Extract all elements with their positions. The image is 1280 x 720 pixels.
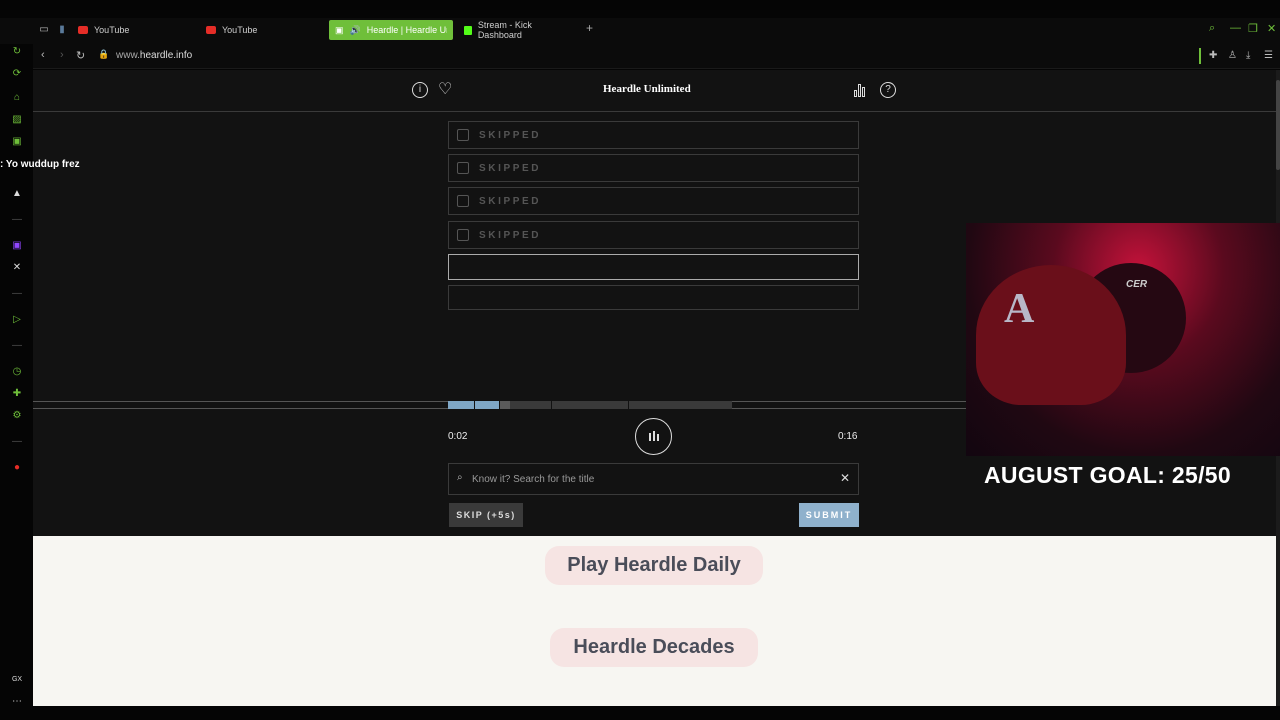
url-field[interactable]: www.heardle.info bbox=[116, 50, 192, 61]
speaker-icon[interactable]: 🔊 bbox=[350, 25, 361, 36]
hot-tabs-icon[interactable]: ▨ bbox=[11, 114, 23, 126]
page-header: i ♡ Heardle Unlimited ? bbox=[33, 70, 1276, 112]
sidebar-divider: — bbox=[12, 288, 22, 299]
kick-icon bbox=[464, 25, 472, 35]
webcam-hat bbox=[976, 265, 1126, 405]
profile-icon[interactable]: ♙ bbox=[1228, 50, 1237, 61]
screen: ◯ ↻ ⟳ ⌂ ▨ ▣ ▲ — ▣ ✕ — ▷ — ◷ ✚ ⚙ — ● GX ⋯… bbox=[0, 0, 1280, 720]
twitch-icon[interactable]: ▣ bbox=[11, 240, 23, 252]
guess-row: SKIPPED bbox=[448, 121, 859, 149]
decades-link[interactable]: Heardle Decades bbox=[550, 628, 758, 667]
guess-row: SKIPPED bbox=[448, 154, 859, 182]
pause-button[interactable] bbox=[635, 418, 672, 455]
youtube-icon bbox=[78, 26, 88, 34]
pinned-tab-icon[interactable]: ▮ bbox=[56, 24, 68, 36]
clear-icon[interactable]: ✕ bbox=[840, 471, 850, 485]
new-tab-button[interactable]: + bbox=[586, 21, 598, 37]
sidebar-divider: — bbox=[12, 340, 22, 351]
tab-kick-dashboard[interactable]: Stream - Kick Dashboard bbox=[458, 20, 582, 40]
gx-control-icon[interactable]: ⟳ bbox=[11, 68, 23, 80]
stream-goal: AUGUST GOAL: 25/50 bbox=[984, 462, 1231, 488]
gx-logo-icon: GX bbox=[11, 676, 23, 683]
segment-divider bbox=[474, 401, 475, 409]
play-daily-link[interactable]: Play Heardle Daily bbox=[545, 546, 763, 585]
chat-message: : Yo wuddup frez bbox=[0, 159, 80, 170]
segment-divider bbox=[499, 401, 500, 409]
settings-icon[interactable]: ⚙ bbox=[11, 410, 23, 422]
tab-heardle[interactable]: ▣ 🔊 Heardle | Heardle Un bbox=[329, 20, 453, 40]
player-icon[interactable]: ▷ bbox=[11, 314, 23, 326]
extensions-toolbar-icon[interactable]: ✚ bbox=[1209, 50, 1217, 61]
guess-row: SKIPPED bbox=[448, 221, 859, 249]
more-icon[interactable]: ⋯ bbox=[11, 696, 23, 708]
messenger-icon[interactable]: ▣ bbox=[11, 136, 23, 148]
skipped-checkbox-icon bbox=[457, 129, 469, 141]
minimize-icon[interactable]: — bbox=[1230, 22, 1241, 34]
tab-label: Stream - Kick Dashboard bbox=[477, 20, 532, 40]
maximize-icon[interactable]: ❐ bbox=[1248, 22, 1258, 35]
close-window-icon[interactable]: ✕ bbox=[1267, 22, 1276, 35]
extensions-icon[interactable]: ✚ bbox=[11, 388, 23, 400]
kick-sidebar-icon[interactable]: ▲ bbox=[11, 188, 23, 200]
guess-row-empty bbox=[448, 285, 859, 310]
refresh-icon[interactable]: ↻ bbox=[11, 46, 23, 58]
reload-icon[interactable]: ↻ bbox=[76, 49, 85, 62]
browser-sidebar: ◯ ↻ ⟳ ⌂ ▨ ▣ ▲ — ▣ ✕ — ▷ — ◷ ✚ ⚙ — ● GX ⋯ bbox=[0, 18, 33, 720]
page-title: Heardle Unlimited bbox=[603, 83, 691, 95]
current-time: 0:02 bbox=[448, 431, 468, 442]
menu-icon[interactable]: ☰ bbox=[1264, 50, 1273, 61]
webcam-overlay: A CER bbox=[966, 223, 1280, 456]
hat-text: CER bbox=[1126, 279, 1148, 290]
tab-label: YouTube bbox=[94, 25, 130, 35]
history-icon[interactable]: ◷ bbox=[11, 366, 23, 378]
search-input[interactable] bbox=[472, 471, 832, 487]
info-icon[interactable]: i bbox=[412, 82, 428, 98]
song-search-box: ⌕ ✕ bbox=[448, 463, 859, 495]
tab-bar: ▭ ▮ YouTube YouTube ▣ 🔊 Heardle | Heardl… bbox=[0, 18, 1280, 44]
angels-logo-icon: A bbox=[1004, 286, 1035, 332]
tab-label: Heardle | Heardle Un bbox=[366, 25, 447, 35]
address-bar: ‹ › ↻ 🔒 www.heardle.info ✚ ♙ ⤓ ☰ bbox=[33, 44, 1280, 69]
youtube-icon bbox=[206, 26, 216, 34]
skip-button[interactable]: SKIP (+5s) bbox=[449, 503, 523, 527]
total-time: 0:16 bbox=[838, 431, 858, 442]
search-tabs-icon[interactable]: ⌕ bbox=[1209, 22, 1215, 35]
guess-row: SKIPPED bbox=[448, 187, 859, 215]
heart-icon[interactable]: ♡ bbox=[438, 79, 452, 99]
segment-divider bbox=[628, 401, 629, 409]
skipped-checkbox-icon bbox=[457, 229, 469, 241]
gx-corner-icon[interactable]: ⌂ bbox=[11, 92, 23, 104]
forward-icon[interactable]: › bbox=[60, 49, 64, 61]
sidebar-divider: — bbox=[12, 436, 22, 447]
ublock-icon[interactable]: ● bbox=[11, 462, 23, 474]
heardle-icon: ▣ bbox=[335, 24, 344, 35]
submit-button[interactable]: SUBMIT bbox=[799, 503, 859, 527]
tab-youtube-2[interactable]: YouTube bbox=[200, 20, 320, 40]
tab-label: YouTube bbox=[222, 25, 258, 35]
guess-label: SKIPPED bbox=[479, 196, 542, 207]
guess-label: SKIPPED bbox=[479, 230, 542, 241]
x-twitter-icon[interactable]: ✕ bbox=[11, 262, 23, 274]
guess-label: SKIPPED bbox=[479, 163, 542, 174]
stats-icon[interactable] bbox=[854, 84, 868, 97]
tab-list-icon[interactable]: ▭ bbox=[38, 24, 50, 36]
tab-youtube-1[interactable]: YouTube bbox=[72, 20, 192, 40]
address-divider bbox=[1199, 48, 1201, 64]
segment-divider bbox=[551, 401, 552, 409]
skipped-checkbox-icon bbox=[457, 162, 469, 174]
guess-row-current bbox=[448, 254, 859, 280]
search-icon: ⌕ bbox=[457, 472, 463, 483]
help-icon[interactable]: ? bbox=[880, 82, 896, 98]
back-icon[interactable]: ‹ bbox=[41, 49, 45, 61]
download-icon[interactable]: ⤓ bbox=[1246, 50, 1250, 61]
sidebar-divider: — bbox=[12, 214, 22, 225]
lock-icon[interactable]: 🔒 bbox=[98, 49, 109, 60]
timeline-unplayed bbox=[510, 401, 732, 409]
more-games-section: Play Heardle Daily Heardle Decades bbox=[33, 536, 1276, 706]
skipped-checkbox-icon bbox=[457, 195, 469, 207]
scrollbar-thumb[interactable] bbox=[1276, 80, 1280, 170]
guess-label: SKIPPED bbox=[479, 130, 542, 141]
